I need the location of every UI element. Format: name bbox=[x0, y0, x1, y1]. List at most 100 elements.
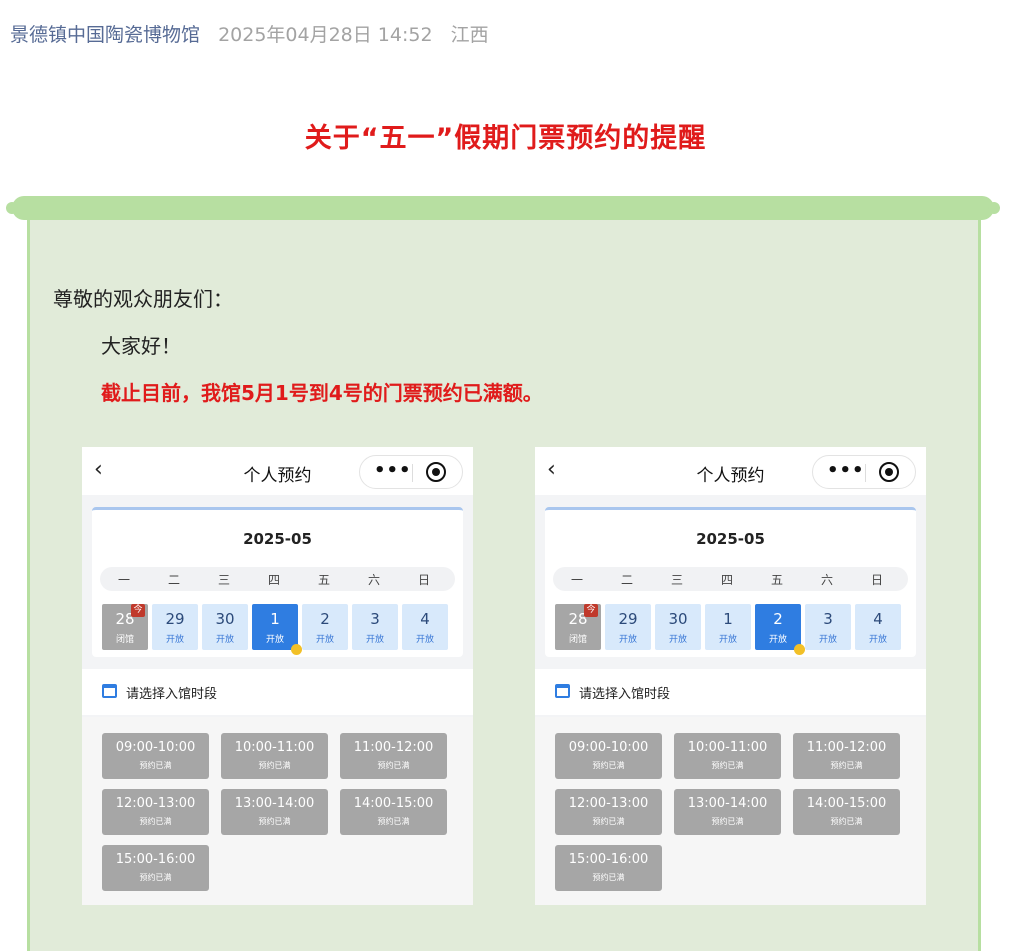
day-status: 开放 bbox=[215, 635, 234, 645]
more-icon[interactable]: ••• bbox=[374, 460, 412, 481]
day-number: 3 bbox=[823, 610, 833, 628]
booking-screenshot-may-1: ‹ 个人预约 ••• 2025-05 一二三四五六日 28 闭馆今 29 开放 30 开放 1 开放 2 开… bbox=[82, 447, 473, 905]
day-number: 29 bbox=[618, 610, 638, 628]
close-mini-program-icon[interactable] bbox=[426, 462, 446, 482]
time-slot-button[interactable]: 15:00-16:00 预约已满 bbox=[555, 845, 662, 891]
day-status: 开放 bbox=[365, 635, 384, 645]
slot-time: 13:00-14:00 bbox=[234, 796, 315, 811]
booking-screenshot-may-2: ‹ 个人预约 ••• 2025-05 一二三四五六日 28 闭馆今 29 开放 30 开放 1 开放 2 开… bbox=[535, 447, 926, 905]
day-status: 开放 bbox=[768, 635, 787, 645]
day-status: 开放 bbox=[315, 635, 334, 645]
slot-status: 预约已满 bbox=[711, 817, 744, 826]
hello-text: 大家好！ bbox=[101, 334, 181, 358]
time-slot-button[interactable]: 15:00-16:00 预约已满 bbox=[102, 845, 209, 891]
weekday-label: 四 bbox=[267, 573, 280, 587]
time-slot-header: 请选择入馆时段 bbox=[82, 669, 473, 715]
slot-status: 预约已满 bbox=[377, 817, 410, 826]
time-slot-button[interactable]: 09:00-10:00 预约已满 bbox=[102, 733, 209, 779]
time-slot-button[interactable]: 12:00-13:00 预约已满 bbox=[555, 789, 662, 835]
account-name-link[interactable]: 景德镇中国陶瓷博物馆 bbox=[10, 24, 200, 46]
time-slot-button[interactable]: 13:00-14:00 预约已满 bbox=[221, 789, 328, 835]
weekday-label: 二 bbox=[620, 573, 633, 587]
calendar-day[interactable]: 29 开放 bbox=[152, 604, 198, 650]
calendar-day[interactable]: 4 开放 bbox=[855, 604, 901, 650]
time-slot-button[interactable]: 14:00-15:00 预约已满 bbox=[793, 789, 900, 835]
day-number: 1 bbox=[270, 610, 280, 628]
day-number: 30 bbox=[668, 610, 688, 628]
day-number: 3 bbox=[370, 610, 380, 628]
calendar-day[interactable]: 1 开放 bbox=[252, 604, 302, 655]
calendar-day[interactable]: 28 闭馆今 bbox=[555, 604, 601, 650]
slot-time: 10:00-11:00 bbox=[687, 740, 768, 755]
time-slot-button[interactable]: 09:00-10:00 预约已满 bbox=[555, 733, 662, 779]
day-status: 开放 bbox=[668, 635, 687, 645]
calendar-icon bbox=[555, 684, 570, 698]
slot-time: 09:00-10:00 bbox=[115, 740, 196, 755]
close-mini-program-icon[interactable] bbox=[879, 462, 899, 482]
slot-time: 13:00-14:00 bbox=[687, 796, 768, 811]
calendar-card: 2025-05 一二三四五六日 28 闭馆今 29 开放 30 开放 1 开放 2 开放 3 开放 4 开放 bbox=[92, 507, 463, 657]
slot-time: 12:00-13:00 bbox=[568, 796, 649, 811]
day-number: 30 bbox=[215, 610, 235, 628]
time-slot-button[interactable]: 10:00-11:00 预约已满 bbox=[221, 733, 328, 779]
weekday-label: 五 bbox=[317, 573, 330, 587]
time-slot-label: 请选择入馆时段 bbox=[126, 687, 218, 702]
time-slot-header: 请选择入馆时段 bbox=[535, 669, 926, 715]
weekday-label: 一 bbox=[117, 573, 130, 587]
calendar-day[interactable]: 2 开放 bbox=[302, 604, 348, 650]
weekday-header: 一二三四五六日 bbox=[100, 567, 455, 591]
calendar-day[interactable]: 29 开放 bbox=[605, 604, 651, 650]
day-number: 4 bbox=[420, 610, 430, 628]
time-slot-button[interactable]: 11:00-12:00 预约已满 bbox=[793, 733, 900, 779]
calendar-month: 2025-05 bbox=[243, 530, 312, 548]
capsule-divider bbox=[412, 464, 413, 482]
slot-status: 预约已满 bbox=[139, 873, 172, 882]
time-slot-grid: 09:00-10:00 预约已满 10:00-11:00 预约已满 11:00-12:0… bbox=[535, 717, 926, 905]
publish-location: 江西 bbox=[450, 24, 489, 46]
day-number: 2 bbox=[773, 610, 783, 628]
slot-status: 预约已满 bbox=[830, 761, 863, 770]
selected-check-icon bbox=[291, 644, 302, 655]
mini-program-capsule: ••• bbox=[359, 455, 463, 489]
calendar-day[interactable]: 30 开放 bbox=[202, 604, 248, 650]
calendar-day[interactable]: 28 闭馆今 bbox=[102, 604, 148, 650]
day-status: 闭馆 bbox=[115, 635, 134, 645]
calendar-day[interactable]: 3 开放 bbox=[805, 604, 851, 650]
time-slot-button[interactable]: 11:00-12:00 预约已满 bbox=[340, 733, 447, 779]
day-status: 闭馆 bbox=[568, 635, 587, 645]
time-slot-button[interactable]: 13:00-14:00 预约已满 bbox=[674, 789, 781, 835]
day-status: 开放 bbox=[618, 635, 637, 645]
weekday-label: 三 bbox=[217, 573, 230, 587]
slot-time: 11:00-12:00 bbox=[806, 740, 887, 755]
slot-status: 预约已满 bbox=[592, 761, 625, 770]
slot-time: 14:00-15:00 bbox=[353, 796, 434, 811]
slot-status: 预约已满 bbox=[592, 873, 625, 882]
day-status: 开放 bbox=[818, 635, 837, 645]
time-slot-label: 请选择入馆时段 bbox=[579, 687, 671, 702]
slot-time: 15:00-16:00 bbox=[115, 852, 196, 867]
slot-status: 预约已满 bbox=[258, 761, 291, 770]
time-slot-grid: 09:00-10:00 预约已满 10:00-11:00 预约已满 11:00-12:0… bbox=[82, 717, 473, 905]
day-status: 开放 bbox=[165, 635, 184, 645]
weekday-label: 三 bbox=[670, 573, 683, 587]
weekday-label: 日 bbox=[417, 573, 430, 587]
calendar-day[interactable]: 3 开放 bbox=[352, 604, 398, 650]
slot-status: 预约已满 bbox=[592, 817, 625, 826]
time-slot-button[interactable]: 12:00-13:00 预约已满 bbox=[102, 789, 209, 835]
calendar-icon bbox=[102, 684, 117, 698]
day-number: 4 bbox=[873, 610, 883, 628]
calendar-day[interactable]: 30 开放 bbox=[655, 604, 701, 650]
day-number: 2 bbox=[320, 610, 330, 628]
day-status: 开放 bbox=[868, 635, 887, 645]
slot-status: 预约已满 bbox=[139, 817, 172, 826]
weekday-label: 二 bbox=[167, 573, 180, 587]
today-badge: 今 bbox=[131, 604, 145, 617]
calendar-day[interactable]: 4 开放 bbox=[402, 604, 448, 650]
calendar-day[interactable]: 2 开放 bbox=[755, 604, 805, 655]
time-slot-button[interactable]: 14:00-15:00 预约已满 bbox=[340, 789, 447, 835]
calendar-day[interactable]: 1 开放 bbox=[705, 604, 751, 650]
slot-time: 15:00-16:00 bbox=[568, 852, 649, 867]
slot-time: 10:00-11:00 bbox=[234, 740, 315, 755]
more-icon[interactable]: ••• bbox=[827, 460, 865, 481]
time-slot-button[interactable]: 10:00-11:00 预约已满 bbox=[674, 733, 781, 779]
